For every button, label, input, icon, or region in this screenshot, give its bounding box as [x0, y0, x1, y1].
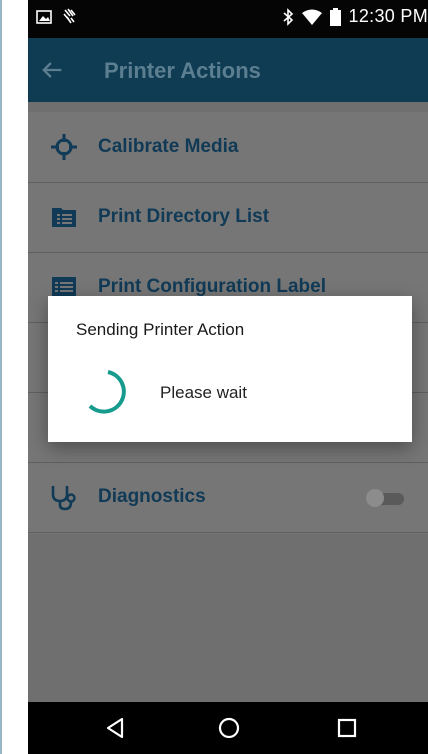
directory-list-icon: [52, 208, 76, 227]
dialog-title: Sending Printer Action: [76, 320, 245, 339]
recents-square-icon[interactable]: [334, 715, 360, 741]
list-item-print-directory-list[interactable]: Print Directory List: [28, 182, 428, 253]
left-edge-line: [0, 0, 2, 754]
list-item-calibrate-media[interactable]: Calibrate Media: [28, 112, 428, 183]
loading-spinner-icon: [88, 370, 126, 414]
list-item-label: Calibrate Media: [98, 136, 239, 157]
device-screen: 12:30 PM Printer Actions Calibrate Media: [28, 0, 428, 754]
wifi-icon: [301, 9, 322, 25]
battery-icon: [329, 7, 341, 26]
list-item-label: Print Configuration Label: [98, 276, 326, 297]
list-item-diagnostics[interactable]: Diagnostics: [28, 462, 428, 533]
progress-dialog: Sending Printer Action Please wait: [48, 296, 412, 442]
status-bar: 12:30 PM: [28, 0, 428, 38]
status-icons-left: [36, 8, 78, 26]
navigation-bar: [28, 702, 428, 754]
diagnostics-toggle[interactable]: [366, 487, 406, 507]
back-arrow-icon[interactable]: [38, 56, 66, 84]
zebra-notification-icon: [63, 8, 76, 24]
app-bar: Printer Actions: [28, 38, 428, 102]
toggle-thumb: [366, 489, 384, 507]
bluetooth-icon: [283, 7, 293, 26]
left-edge-strip: [0, 0, 28, 754]
home-circle-icon[interactable]: [216, 715, 242, 741]
status-time: 12:30 PM: [348, 6, 428, 26]
list-item-label: Print Directory List: [98, 206, 270, 227]
list-item-label: Diagnostics: [98, 486, 206, 507]
status-icons-right: 12:30 PM: [282, 6, 428, 27]
gallery-notification-icon: [36, 10, 52, 24]
crosshair-icon: [51, 134, 77, 160]
stethoscope-icon: [51, 486, 76, 511]
page-title: Printer Actions: [104, 58, 261, 83]
back-triangle-icon[interactable]: [103, 715, 129, 741]
dialog-message: Please wait: [160, 383, 247, 402]
